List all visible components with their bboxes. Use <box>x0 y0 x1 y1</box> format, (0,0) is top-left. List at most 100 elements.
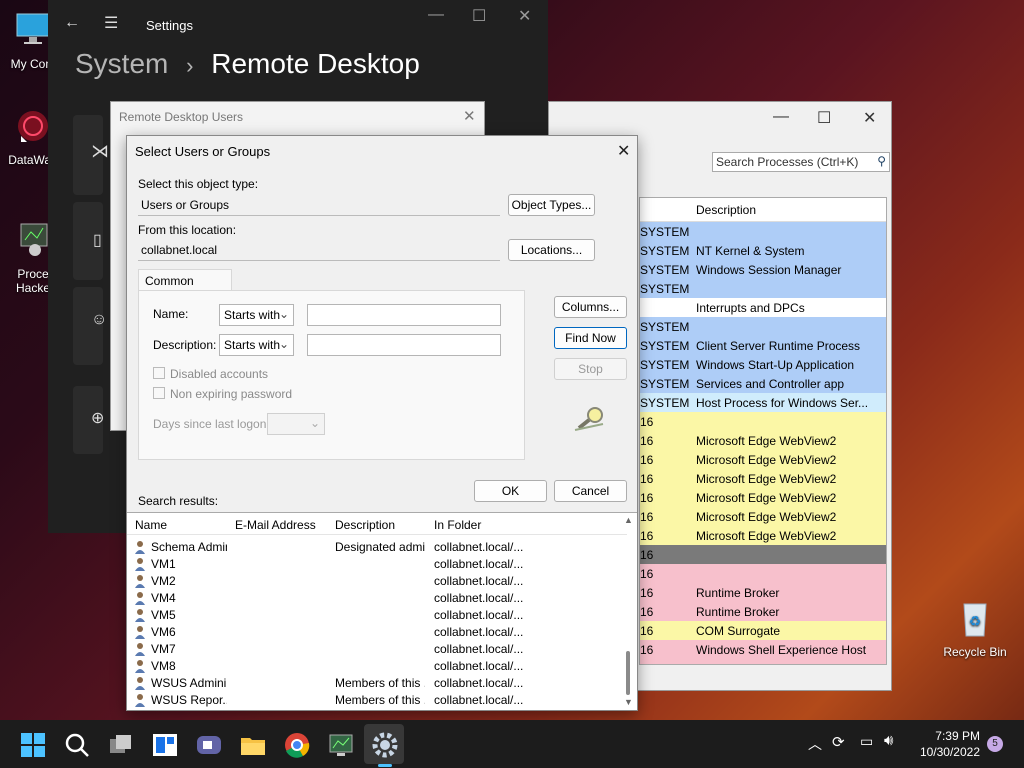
search-results-list[interactable]: Name E-Mail Address Description In Folde… <box>127 512 637 710</box>
disabled-accounts-checkbox[interactable] <box>153 367 165 379</box>
scroll-up-icon[interactable]: ▲ <box>624 515 633 525</box>
back-arrow-icon[interactable]: ← <box>64 14 80 32</box>
process-row[interactable]: 16 COM Surrogate <box>640 621 886 640</box>
result-row[interactable]: VM2 collabnet.local/... <box>127 573 627 590</box>
column-header-name[interactable]: Name <box>135 518 167 532</box>
settings-card-remote[interactable]: ⋊ <box>73 115 109 195</box>
process-row[interactable]: SYSTEM NT Kernel & System <box>640 241 886 260</box>
close-icon[interactable]: ✕ <box>463 107 476 125</box>
name-mode-select[interactable]: Starts with ⌄ <box>219 304 294 326</box>
process-row[interactable]: SYSTEM <box>640 279 886 298</box>
process-row[interactable]: SYSTEM <box>640 317 886 336</box>
process-row[interactable]: 16 Microsoft Edge WebView2 <box>640 507 886 526</box>
process-row[interactable]: SYSTEM Windows Session Manager <box>640 260 886 279</box>
minimize-icon[interactable]: — <box>428 6 444 24</box>
stop-button[interactable]: Stop <box>554 358 627 380</box>
result-row[interactable]: VM5 collabnet.local/... <box>127 607 627 624</box>
teams-chat-icon[interactable] <box>194 730 224 760</box>
process-description: Microsoft Edge WebView2 <box>696 529 837 543</box>
locations-button[interactable]: Locations... <box>508 239 595 261</box>
process-row[interactable]: 16 Microsoft Edge WebView2 <box>640 469 886 488</box>
process-row[interactable]: SYSTEM Client Server Runtime Process <box>640 336 886 355</box>
object-types-button[interactable]: Object Types... <box>508 194 595 216</box>
non-expiring-password-checkbox[interactable] <box>153 387 165 399</box>
process-row[interactable]: SYSTEM <box>640 222 886 241</box>
settings-gear-icon[interactable] <box>370 730 400 760</box>
process-row[interactable]: 16 <box>640 412 886 431</box>
chevron-up-icon[interactable]: ︿ <box>808 734 822 754</box>
process-row[interactable]: 16 Runtime Broker <box>640 583 886 602</box>
sync-icon[interactable]: ⟳ <box>832 733 845 751</box>
process-row[interactable]: 16 Microsoft Edge WebView2 <box>640 450 886 469</box>
process-description: Microsoft Edge WebView2 <box>696 434 837 448</box>
maximize-icon[interactable]: ☐ <box>472 6 486 26</box>
widgets-icon[interactable] <box>150 730 180 760</box>
process-row[interactable]: 16 Microsoft Edge WebView2 <box>640 526 886 545</box>
column-header-description[interactable]: Description <box>335 518 395 532</box>
process-row[interactable]: SYSTEM Host Process for Windows Ser... <box>640 393 886 412</box>
description-mode-select[interactable]: Starts with ⌄ <box>219 334 294 356</box>
result-row[interactable]: WSUS Admini... Members of this ... collabn… <box>127 675 627 692</box>
search-processes-input[interactable]: Search Processes (Ctrl+K) ⚲ <box>712 152 890 172</box>
process-row[interactable]: 16 Microsoft Edge WebView2 <box>640 488 886 507</box>
results-scrollbar[interactable]: ▲ ▼ <box>623 515 633 707</box>
result-name: WSUS Admini... <box>151 676 227 690</box>
close-icon[interactable]: ✕ <box>617 141 630 161</box>
search-icon[interactable] <box>62 730 92 760</box>
process-row[interactable]: SYSTEM Services and Controller app <box>640 374 886 393</box>
ok-button[interactable]: OK <box>474 480 547 502</box>
common-queries-tab[interactable]: Common Queries <box>138 269 232 302</box>
notification-badge[interactable]: 5 <box>987 736 1003 752</box>
find-now-button[interactable]: Find Now <box>554 327 627 349</box>
description-input[interactable] <box>307 334 501 356</box>
days-since-logon-select[interactable]: ⌄ <box>267 413 325 435</box>
settings-card-info[interactable]: ▯ <box>73 202 103 280</box>
result-folder: collabnet.local/... <box>434 608 524 622</box>
process-hacker-taskbar-icon[interactable] <box>326 730 356 760</box>
maximize-icon[interactable]: ☐ <box>817 108 831 128</box>
name-input[interactable] <box>307 304 501 326</box>
chrome-icon[interactable] <box>282 730 312 760</box>
process-row[interactable]: Interrupts and DPCs <box>640 298 886 317</box>
hamburger-menu-icon[interactable]: ☰ <box>104 13 118 33</box>
result-row[interactable]: VM8 collabnet.local/... <box>127 658 627 675</box>
column-header-email[interactable]: E-Mail Address <box>235 518 316 532</box>
process-description: Interrupts and DPCs <box>696 301 805 315</box>
search-placeholder: Search Processes (Ctrl+K) <box>716 155 859 169</box>
close-icon[interactable]: ✕ <box>863 108 876 128</box>
breadcrumb-parent[interactable]: System <box>75 48 168 79</box>
volume-icon[interactable]: 🔊︎ <box>884 732 893 749</box>
settings-card-network[interactable]: ⊕ <box>73 386 104 454</box>
recycle-bin-icon: ♻ <box>963 603 987 637</box>
result-row[interactable]: WSUS Repor... Members of this ... collabne… <box>127 692 627 709</box>
process-user: 16 <box>640 586 654 600</box>
process-row[interactable]: 16 Windows Shell Experience Host <box>640 640 886 659</box>
process-row[interactable]: 16 Runtime Broker <box>640 602 886 621</box>
process-row[interactable]: 16 Microsoft Edge WebView2 <box>640 431 886 450</box>
task-view-icon[interactable] <box>106 730 136 760</box>
settings-card-users[interactable]: ☺ <box>73 287 107 365</box>
process-row[interactable]: SYSTEM Windows Start-Up Application <box>640 355 886 374</box>
process-row[interactable]: 16 Runtime Broker <box>640 659 886 664</box>
network-icon[interactable]: ▭ <box>860 733 873 750</box>
result-row[interactable]: VM4 collabnet.local/... <box>127 590 627 607</box>
close-icon[interactable]: ✕ <box>518 6 531 26</box>
minimize-icon[interactable]: — <box>773 108 789 126</box>
scrollbar-thumb[interactable] <box>626 651 630 695</box>
start-windows-icon[interactable] <box>18 730 48 760</box>
result-row[interactable]: VM1 collabnet.local/... <box>127 556 627 573</box>
desktop-icon-recycle-bin[interactable]: ♻ Recycle Bin <box>940 598 1010 659</box>
clock[interactable]: 7:39 PM 10/30/2022 <box>914 728 980 760</box>
columns-button[interactable]: Columns... <box>554 296 627 318</box>
cancel-button[interactable]: Cancel <box>554 480 627 502</box>
process-row[interactable]: 16 <box>640 564 886 583</box>
result-row[interactable]: VM6 collabnet.local/... <box>127 624 627 641</box>
process-list[interactable]: Description SYSTEM SYSTEM NT Kernel & Syst… <box>639 197 887 665</box>
scroll-down-icon[interactable]: ▼ <box>624 697 633 707</box>
column-header-description[interactable]: Description <box>640 198 886 222</box>
file-explorer-icon[interactable] <box>238 730 268 760</box>
column-header-folder[interactable]: In Folder <box>434 518 481 532</box>
process-row[interactable]: 16 <box>640 545 886 564</box>
result-row[interactable]: Schema Admins Designated admi... collabnet… <box>127 539 627 556</box>
result-row[interactable]: VM7 collabnet.local/... <box>127 641 627 658</box>
